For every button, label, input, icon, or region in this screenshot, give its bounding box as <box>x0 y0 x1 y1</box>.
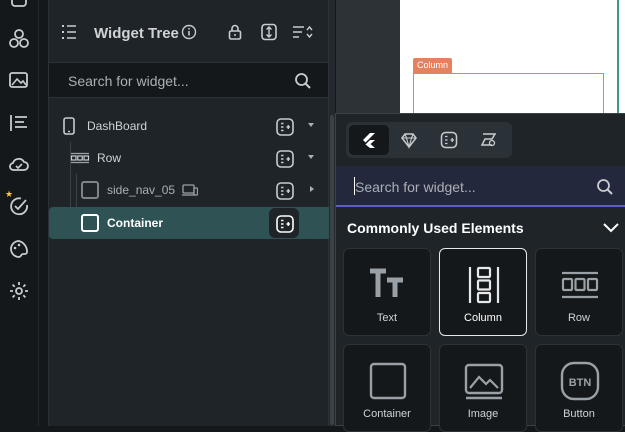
tree-search-input[interactable]: Search for widget... <box>68 73 189 89</box>
widget-tree-header: Widget Tree <box>49 0 328 64</box>
add-child-icon[interactable] <box>275 181 295 201</box>
row-icon <box>558 263 602 307</box>
diamond-icon <box>401 133 417 149</box>
container-widget-icon <box>81 214 99 232</box>
lock-icon[interactable] <box>226 23 244 41</box>
cloud-icon[interactable] <box>8 153 30 175</box>
widget-tile-column[interactable]: Column <box>439 248 527 336</box>
add-widget-popup: Search for widget... Commonly Used Eleme… <box>335 113 625 432</box>
tree-list-icon <box>60 23 78 41</box>
chevron-down-icon[interactable] <box>601 220 621 236</box>
tree-item-container[interactable]: Container <box>49 207 330 239</box>
widget-tree-panel: Widget Tree Search for widget... DashBoa… <box>48 0 330 426</box>
tile-label: Button <box>563 408 595 420</box>
row-widget-icon <box>70 152 90 164</box>
add-child-icon[interactable] <box>275 117 295 137</box>
library-icon <box>480 133 497 147</box>
component-device-icon <box>182 184 198 196</box>
add-child-icon[interactable] <box>275 149 295 169</box>
add-child-icon[interactable] <box>275 214 295 234</box>
check-star-icon[interactable] <box>8 195 30 217</box>
top-clipped-icon[interactable] <box>8 0 30 10</box>
component-add-icon <box>440 131 458 149</box>
tab-components[interactable] <box>429 125 469 155</box>
tree-item-label: side_nav_05 <box>107 183 176 197</box>
text-icon <box>366 263 410 307</box>
button-icon-text: BTN <box>569 377 592 389</box>
search-icon <box>295 73 311 89</box>
left-nav-rail: ★ <box>0 0 39 426</box>
scrollbar[interactable] <box>330 115 334 425</box>
container-icon <box>366 359 410 403</box>
storyboard-icon[interactable] <box>8 112 30 134</box>
tile-label: Image <box>467 408 499 420</box>
tree-item-side-nav[interactable]: side_nav_05 <box>49 174 330 206</box>
expand-collapse-icon[interactable] <box>260 23 278 41</box>
media-icon[interactable] <box>8 69 30 91</box>
tile-label: Column <box>464 312 502 324</box>
tab-libraries[interactable] <box>469 125 509 155</box>
chevron-down-icon[interactable] <box>308 155 314 159</box>
column-icon <box>462 263 506 307</box>
flutter-icon <box>363 133 375 148</box>
tree-search-bar[interactable]: Search for widget... <box>49 62 328 98</box>
column-tag[interactable]: Column <box>413 58 453 73</box>
tab-premium-widgets[interactable] <box>389 125 429 155</box>
widget-tile-row[interactable]: Row <box>535 248 623 336</box>
tree-item-row[interactable]: Row <box>49 142 330 174</box>
image-icon <box>462 359 506 403</box>
tile-label: Text <box>376 312 398 324</box>
widget-search-input[interactable]: Search for widget... <box>355 179 476 195</box>
button-icon: BTN <box>558 359 602 403</box>
tree-item-label: Container <box>107 216 164 230</box>
widget-tree-title: Widget Tree <box>94 25 179 42</box>
section-title: Commonly Used Elements <box>347 220 524 236</box>
palette-icon[interactable] <box>8 238 30 260</box>
info-icon[interactable] <box>181 24 197 40</box>
tree-item-label: Row <box>97 151 122 165</box>
phone-icon <box>63 117 75 135</box>
tab-flutter-widgets[interactable] <box>349 125 389 155</box>
tile-label: Row <box>567 312 590 324</box>
settings-icon[interactable] <box>8 280 30 302</box>
widget-tile-button[interactable]: BTN Button <box>535 344 623 432</box>
component-icon[interactable] <box>8 28 30 50</box>
widget-tile-text[interactable]: Text <box>343 248 431 336</box>
canvas-page-border <box>617 0 619 120</box>
sort-options-icon[interactable] <box>292 23 314 41</box>
chevron-right-icon[interactable] <box>310 186 314 192</box>
tile-label: Container <box>363 408 411 420</box>
chevron-down-icon[interactable] <box>308 123 314 127</box>
container-widget-icon <box>81 181 99 199</box>
tree-item-label: DashBoard <box>87 119 148 133</box>
widget-tile-image[interactable]: Image <box>439 344 527 432</box>
widget-search-bar[interactable]: Search for widget... <box>336 166 625 207</box>
popup-pointer <box>315 223 325 239</box>
search-icon <box>597 179 613 195</box>
tree-item-dashboard[interactable]: DashBoard <box>49 110 330 142</box>
widget-tile-container[interactable]: Container <box>343 344 431 432</box>
widget-category-tabs <box>346 122 512 158</box>
